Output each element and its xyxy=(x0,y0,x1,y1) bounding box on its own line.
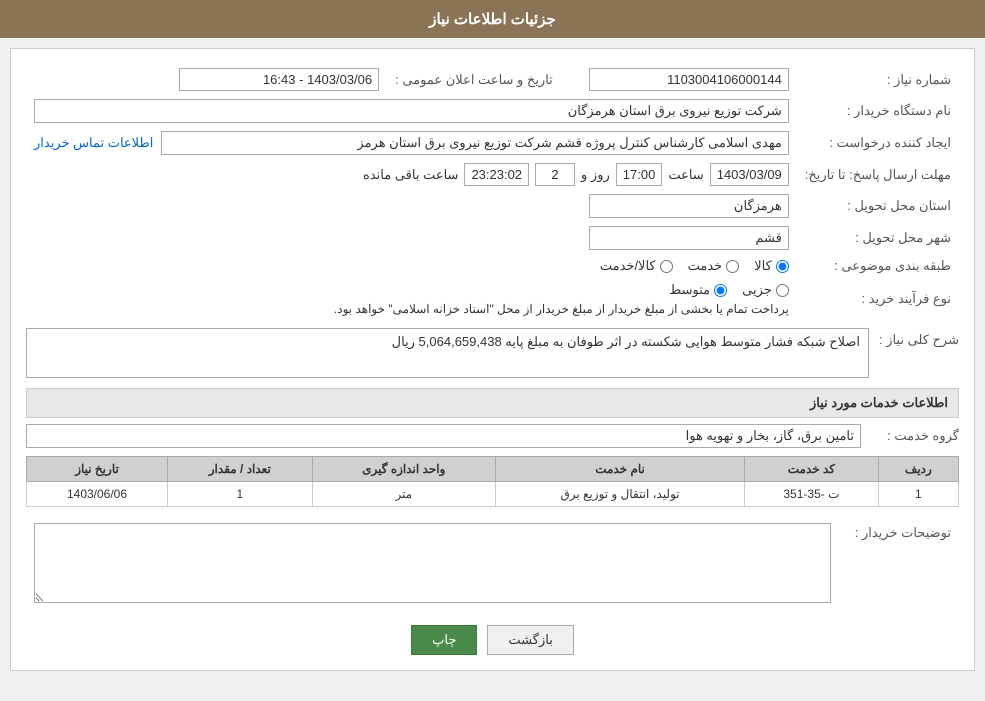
col-service-name: نام خدمت xyxy=(495,457,744,482)
deadline-time: 17:00 xyxy=(616,163,663,186)
buyer-org-value: شرکت توزیع نیروی برق استان هرمزگان xyxy=(34,99,789,123)
cell-quantity: 1 xyxy=(168,482,313,507)
category-kala-khedmat-label: کالا/خدمت xyxy=(600,258,656,274)
description-label: شرح کلی نیاز : xyxy=(869,328,959,348)
creator-label: ایجاد کننده درخواست : xyxy=(797,127,959,159)
col-date: تاریخ نیاز xyxy=(27,457,168,482)
buyer-notes-textarea[interactable] xyxy=(34,523,831,603)
deadline-remaining-label: ساعت باقی مانده xyxy=(363,167,458,183)
table-row: 1 ت -35-351 تولید، انتقال و توزیع برق مت… xyxy=(27,482,959,507)
print-button[interactable]: چاپ xyxy=(411,625,477,655)
announce-value: 1403/03/06 - 16:43 xyxy=(179,68,379,91)
announce-label: تاریخ و ساعت اعلان عمومی : xyxy=(387,64,561,95)
deadline-days: 2 xyxy=(535,163,575,186)
purchase-motavset-radio[interactable] xyxy=(714,284,727,297)
col-service-code: کد خدمت xyxy=(745,457,879,482)
cell-row-num: 1 xyxy=(878,482,958,507)
category-kala-label: کالا xyxy=(754,258,772,274)
purchase-type-label: نوع فرآیند خرید : xyxy=(797,278,959,320)
category-kala-item: کالا xyxy=(754,258,789,274)
deadline-date: 1403/03/09 xyxy=(710,163,789,186)
service-group-label: گروه خدمت : xyxy=(869,428,959,444)
city-value: قشم xyxy=(589,226,789,250)
need-number-value: 1103004106000144 xyxy=(589,68,789,91)
creator-contact-link[interactable]: اطلاعات تماس خریدار xyxy=(34,135,153,151)
purchase-jozi-radio[interactable] xyxy=(776,284,789,297)
category-label: طبقه بندی موضوعی : xyxy=(797,254,959,278)
services-section-header: اطلاعات خدمات مورد نیاز xyxy=(26,388,959,418)
creator-value: مهدی اسلامی کارشناس کنترل پروژه قشم شرکت… xyxy=(161,131,788,155)
cell-date: 1403/06/06 xyxy=(27,482,168,507)
buyer-org-label: نام دستگاه خریدار : xyxy=(797,95,959,127)
purchase-motavset-item: متوسط xyxy=(669,282,727,298)
category-khedmat-radio[interactable] xyxy=(726,260,739,273)
category-khedmat-label: خدمت xyxy=(688,258,723,274)
category-khedmat-item: خدمت xyxy=(688,258,740,274)
col-row-num: ردیف xyxy=(878,457,958,482)
deadline-label: مهلت ارسال پاسخ: تا تاریخ: xyxy=(797,159,959,190)
cell-unit: متر xyxy=(312,482,495,507)
province-value: هرمزگان xyxy=(589,194,789,218)
action-buttons: بازگشت چاپ xyxy=(26,625,959,655)
purchase-jozi-item: جزیی xyxy=(742,282,789,298)
back-button[interactable]: بازگشت xyxy=(487,625,573,655)
deadline-time-label: ساعت xyxy=(668,167,703,183)
service-group-value: تامین برق، گاز، بخار و تهویه هوا xyxy=(26,424,861,448)
city-label: شهر محل تحویل : xyxy=(797,222,959,254)
buyer-notes-label: توضیحات خریدار : xyxy=(839,519,959,610)
category-kala-khedmat-radio[interactable] xyxy=(660,260,673,273)
purchase-motavset-label: متوسط xyxy=(669,282,710,298)
page-title: جزئیات اطلاعات نیاز xyxy=(0,0,985,38)
need-number-label: شماره نیاز : xyxy=(797,64,959,95)
col-unit: واحد اندازه گیری xyxy=(312,457,495,482)
services-table: ردیف کد خدمت نام خدمت واحد اندازه گیری ت… xyxy=(26,456,959,507)
purchase-note: پرداخت تمام یا بخشی از مبلغ خریدار از مب… xyxy=(34,302,789,316)
description-value: اصلاح شبکه فشار متوسط هوایی شکسته در اثر… xyxy=(26,328,869,378)
cell-service-name: تولید، انتقال و توزیع برق xyxy=(495,482,744,507)
province-label: استان محل تحویل : xyxy=(797,190,959,222)
category-kala-radio[interactable] xyxy=(776,260,789,273)
deadline-days-label: روز و xyxy=(581,167,610,183)
col-quantity: تعداد / مقدار xyxy=(168,457,313,482)
category-kala-khedmat-item: کالا/خدمت xyxy=(600,258,673,274)
cell-service-code: ت -35-351 xyxy=(745,482,879,507)
purchase-jozi-label: جزیی xyxy=(742,282,772,298)
deadline-remaining: 23:23:02 xyxy=(464,163,529,186)
